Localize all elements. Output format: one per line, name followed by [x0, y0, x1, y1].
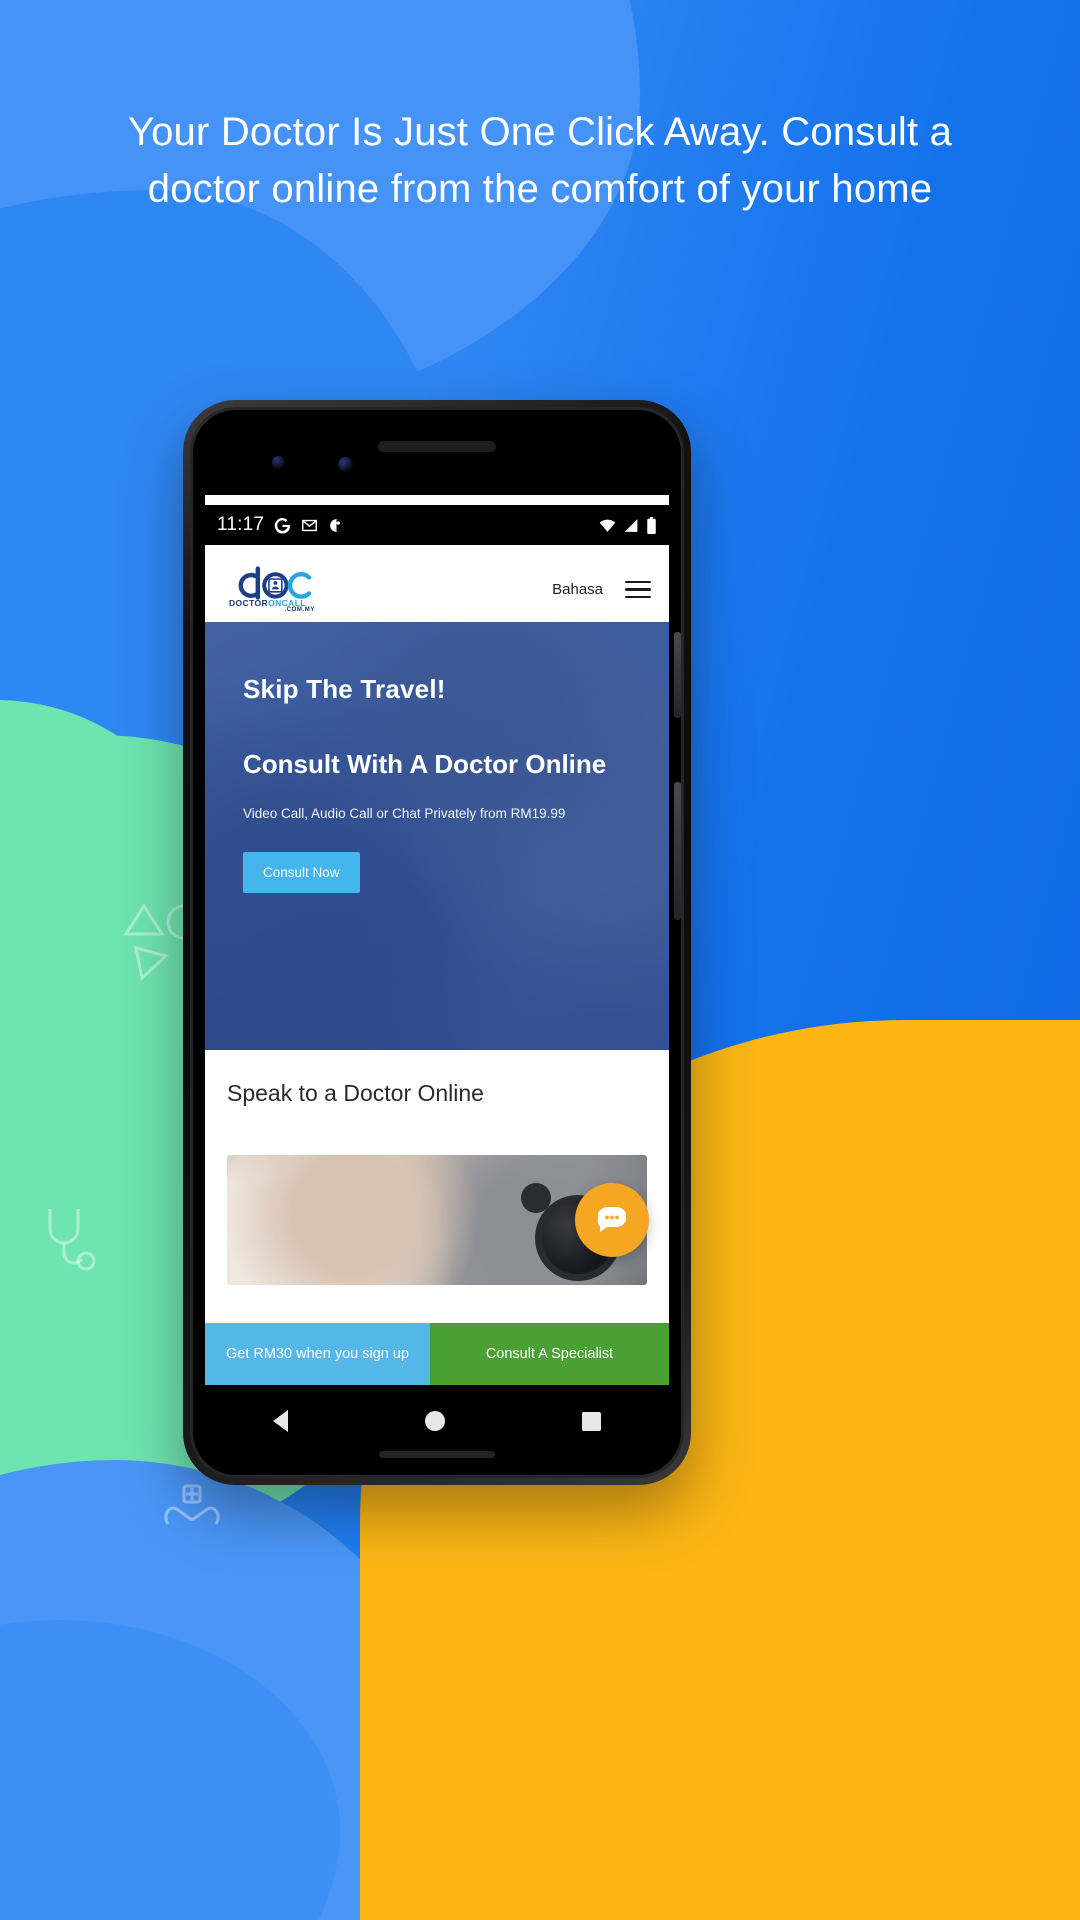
logo-doc-icon: [238, 566, 312, 600]
chat-bubble-icon: [597, 1207, 626, 1232]
promo-screenshot: Your Doctor Is Just One Click Away. Cons…: [0, 0, 1080, 1920]
hero-title: Consult With A Doctor Online: [243, 749, 607, 779]
battery-icon: [646, 516, 657, 534]
hero-kicker: Skip The Travel!: [243, 674, 446, 704]
android-nav-bar: [205, 1395, 669, 1447]
chat-fab-button[interactable]: [575, 1183, 649, 1257]
hamburger-menu-icon[interactable]: [625, 580, 651, 599]
bottom-speaker-grille: [379, 1451, 495, 1458]
status-bar-clock: 11:17: [217, 514, 265, 535]
phone-mockup: 11:17 DOCTORONCALL .COM.MY Bahasa Skip T…: [183, 400, 691, 1485]
status-bar-right: [599, 516, 657, 534]
hero-content: Skip The Travel! Consult With A Doctor O…: [205, 622, 669, 893]
hero-subtitle: Video Call, Audio Call or Chat Privately…: [243, 805, 566, 821]
consult-now-button[interactable]: Consult Now: [243, 851, 360, 893]
power-button[interactable]: [674, 632, 681, 718]
nav-home-button[interactable]: [424, 1411, 445, 1431]
app-notification-icon: [328, 517, 345, 534]
front-camera-lens: [338, 457, 353, 472]
site-header: DOCTORONCALL .COM.MY Bahasa: [205, 557, 669, 622]
gmail-icon: [301, 517, 318, 534]
front-camera-sensor: [272, 456, 285, 469]
wifi-icon: [599, 518, 616, 533]
consult-specialist-button[interactable]: Consult A Specialist: [430, 1323, 669, 1385]
bottom-cta-bar: Get RM30 when you sign up Consult A Spec…: [205, 1323, 669, 1385]
status-bar-left: 11:17: [217, 514, 345, 536]
stethoscope-icon: [48, 1209, 96, 1271]
doctoroncall-logo[interactable]: DOCTORONCALL .COM.MY: [229, 566, 317, 613]
logo-wordmark: [229, 566, 317, 600]
nav-back-button[interactable]: [273, 1410, 289, 1432]
site-header-right: Bahasa: [552, 580, 651, 599]
nav-recents-button[interactable]: [581, 1411, 601, 1431]
phone-screen-frame: 11:17 DOCTORONCALL .COM.MY Bahasa Skip T…: [190, 407, 684, 1478]
volume-button[interactable]: [674, 782, 681, 920]
promo-headline: Your Doctor Is Just One Click Away. Cons…: [127, 110, 953, 211]
language-toggle[interactable]: Bahasa: [552, 581, 603, 598]
signal-icon: [623, 518, 639, 533]
google-icon: [274, 517, 291, 534]
earpiece-speaker: [378, 441, 496, 452]
signup-bonus-button[interactable]: Get RM30 when you sign up: [205, 1323, 431, 1385]
speak-section-title: Speak to a Doctor Online: [227, 1080, 484, 1106]
app-screen: Consult Doctor: [205, 495, 669, 1385]
logo-tld: .COM.MY: [284, 607, 315, 613]
status-bar: 11:17: [205, 505, 669, 545]
medical-care-hands-icon: [164, 1484, 220, 1525]
hero-banner: Skip The Travel! Consult With A Doctor O…: [205, 622, 669, 1050]
